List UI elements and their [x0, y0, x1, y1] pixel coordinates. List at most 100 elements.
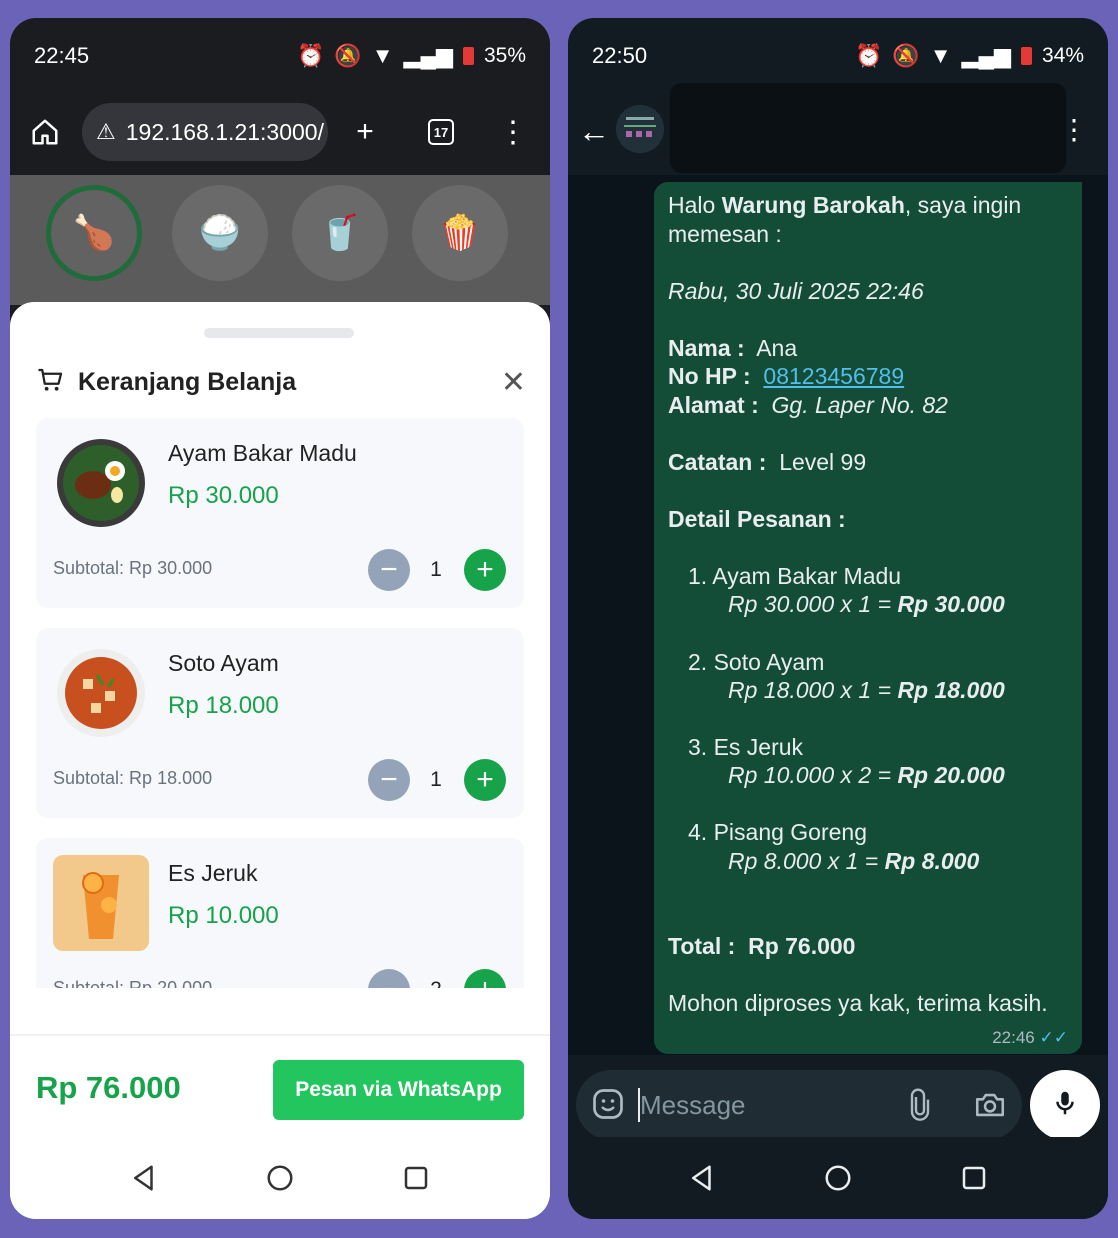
item-price: Rp 18.000: [168, 692, 279, 719]
nav-home-icon[interactable]: [820, 1160, 856, 1196]
nav-back-icon[interactable]: [126, 1160, 162, 1196]
status-time: 22:50: [592, 42, 648, 68]
customer-address: Gg. Laper No. 82: [771, 392, 948, 418]
address-bar[interactable]: ⚠ 192.168.1.21:3000/: [82, 103, 328, 161]
close-icon[interactable]: ✕: [501, 365, 526, 400]
sheet-handle[interactable]: [204, 328, 354, 338]
message-input[interactable]: Message: [640, 1090, 746, 1121]
cart-item: Ayam Bakar Madu Rp 30.000 Subtotal: Rp 3…: [36, 418, 524, 608]
message-total: Rp 76.000: [748, 933, 856, 959]
warning-icon: ⚠: [96, 119, 116, 144]
message-input-bar: Message: [576, 1070, 1022, 1140]
cart-total: Rp 76.000: [36, 1070, 181, 1105]
wifi-icon: ▼: [371, 42, 394, 68]
item-name: Es Jeruk: [168, 860, 258, 886]
phone-link[interactable]: 08123456789: [763, 363, 904, 389]
cart-footer: Rp 76.000 Pesan via WhatsApp: [10, 1034, 550, 1134]
tab-switcher-button[interactable]: 17: [412, 103, 470, 161]
status-bar: 22:45 ⏰ 🔕 ▼ ▂▄▆ 35%: [10, 18, 550, 93]
browser-phone: 22:45 ⏰ 🔕 ▼ ▂▄▆ 35% ⚠ 192.168.1.21:3000/…: [10, 18, 550, 1219]
attach-icon[interactable]: [904, 1088, 936, 1127]
emoji-sticker-icon[interactable]: [590, 1086, 626, 1127]
new-tab-icon[interactable]: +: [336, 103, 394, 161]
message-meta: 22:46 ✓✓: [992, 1028, 1068, 1048]
increase-qty-button[interactable]: +: [464, 759, 506, 801]
status-bar: 22:50 ⏰ 🔕 ▼ ▂▄▆ 34%: [568, 18, 1108, 93]
item-name: Soto Ayam: [168, 650, 279, 676]
decrease-qty-button[interactable]: −: [368, 549, 410, 591]
battery-icon: [462, 46, 474, 65]
signal-icon: ▂▄▆: [403, 42, 453, 68]
mute-icon: 🔕: [892, 42, 920, 68]
battery-percent: 35%: [483, 43, 526, 67]
cart-title: Keranjang Belanja: [78, 367, 297, 396]
cart-list: Ayam Bakar Madu Rp 30.000 Subtotal: Rp 3…: [36, 418, 524, 988]
category-ayam[interactable]: 🍗: [46, 185, 142, 281]
url-text: 192.168.1.21:3000/: [125, 118, 324, 145]
customer-name: Ana: [756, 335, 798, 361]
closing-text: Mohon diproses ya kak, terima kasih.: [668, 990, 1048, 1016]
battery-icon: [1020, 46, 1032, 65]
signal-icon: ▂▄▆: [961, 42, 1011, 68]
category-minuman[interactable]: 🥤: [292, 185, 388, 281]
message-time: 22:46: [992, 1028, 1035, 1047]
mic-icon: [1050, 1086, 1080, 1125]
cart-item: Es Jeruk Rp 10.000 Subtotal: Rp 20.000 −…: [36, 838, 524, 988]
item-quantity: 1: [430, 558, 442, 581]
order-whatsapp-button[interactable]: Pesan via WhatsApp: [273, 1060, 524, 1120]
item-name: Ayam Bakar Madu: [168, 440, 357, 466]
order-line-title: 3. Es Jeruk: [688, 734, 804, 760]
message-date: Rabu, 30 Juli 2025 22:46: [668, 278, 924, 304]
avatar[interactable]: [616, 105, 664, 153]
more-menu-icon[interactable]: ⋮: [484, 103, 542, 161]
home-icon[interactable]: [16, 103, 74, 161]
category-snack[interactable]: 🍿: [412, 185, 508, 281]
cart-item: Soto Ayam Rp 18.000 Subtotal: Rp 18.000 …: [36, 628, 524, 818]
order-line-title: 2. Soto Ayam: [688, 649, 825, 675]
order-line-title: 4. Pisang Goreng: [688, 819, 868, 845]
item-image: [53, 645, 149, 741]
cart-icon: [36, 365, 66, 400]
item-subtotal: Subtotal: Rp 30.000: [53, 558, 213, 578]
decrease-qty-button[interactable]: −: [368, 759, 410, 801]
item-quantity: 1: [430, 768, 442, 791]
detail-heading: Detail Pesanan :: [668, 506, 846, 532]
browser-toolbar: ⚠ 192.168.1.21:3000/ + 17 ⋮: [10, 93, 550, 175]
more-menu-icon[interactable]: ⋮: [1060, 113, 1088, 146]
order-note: Level 99: [779, 449, 867, 475]
back-arrow-icon[interactable]: ←: [578, 113, 610, 150]
alarm-icon: ⏰: [296, 42, 325, 68]
nav-recents-icon[interactable]: [398, 1160, 434, 1196]
item-image: [53, 435, 149, 531]
redacted-contact-name: [670, 83, 1066, 173]
tab-count: 17: [428, 119, 454, 145]
status-time: 22:45: [34, 42, 90, 68]
item-subtotal: Subtotal: Rp 18.000: [53, 768, 213, 788]
whatsapp-phone: 22:50 ⏰ 🔕 ▼ ▂▄▆ 34% ← ⋮ Halo Warung Baro…: [568, 18, 1108, 1219]
nav-back-icon[interactable]: [684, 1160, 720, 1196]
mic-button[interactable]: [1030, 1070, 1100, 1140]
decrease-qty-button[interactable]: −: [368, 969, 410, 988]
nav-recents-icon[interactable]: [956, 1160, 992, 1196]
system-nav-bar: [10, 1137, 550, 1219]
increase-qty-button[interactable]: +: [464, 969, 506, 988]
wifi-icon: ▼: [929, 42, 952, 68]
mute-icon: 🔕: [334, 42, 362, 68]
camera-icon[interactable]: [972, 1088, 1008, 1127]
alarm-icon: ⏰: [854, 42, 883, 68]
system-nav-bar: [568, 1137, 1108, 1219]
chat-header: ← ⋮: [568, 83, 1108, 175]
order-line-title: 1. Ayam Bakar Madu: [688, 563, 902, 589]
item-subtotal: Subtotal: Rp 20.000: [53, 978, 213, 988]
battery-percent: 34%: [1041, 43, 1084, 67]
cart-sheet: Keranjang Belanja ✕ Ayam Bakar Madu Rp 3…: [10, 302, 550, 1219]
category-nasi[interactable]: 🍚: [172, 185, 268, 281]
read-receipt-icon: ✓✓: [1039, 1028, 1069, 1047]
item-price: Rp 30.000: [168, 482, 279, 509]
message-bubble[interactable]: Halo Warung Barokah, saya ingin memesan …: [654, 182, 1082, 1054]
nav-home-icon[interactable]: [262, 1160, 298, 1196]
item-quantity: 2: [424, 978, 448, 988]
item-price: Rp 10.000: [168, 902, 279, 929]
increase-qty-button[interactable]: +: [464, 549, 506, 591]
category-strip: 🍗 🍚 🥤 🍿: [10, 175, 550, 305]
